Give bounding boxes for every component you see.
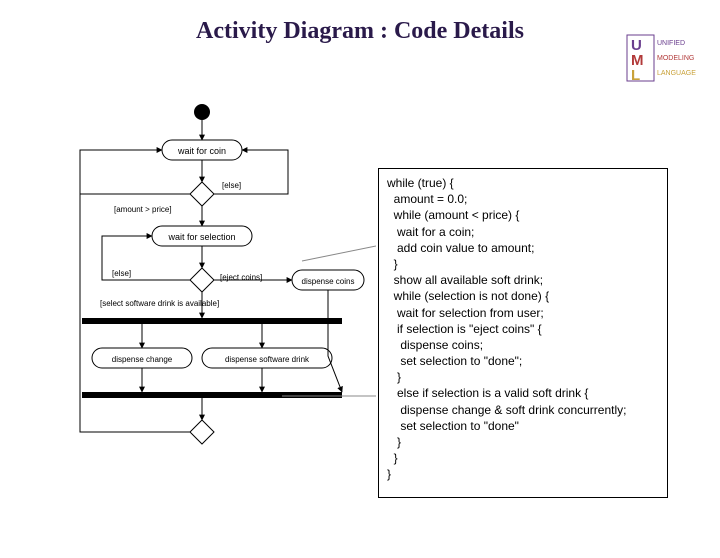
logo-line2: MODELING xyxy=(657,55,694,62)
guard-else-1: [else] xyxy=(222,181,241,190)
code-details-box: while (true) { amount = 0.0; while (amou… xyxy=(378,168,668,498)
logo-line1: UNIFIED xyxy=(657,40,685,47)
merge-node xyxy=(190,420,214,444)
label-dispense-coins: dispense coins xyxy=(302,277,355,286)
label-wait-coin: wait for coin xyxy=(177,146,226,156)
guard-available: [select software drink is available] xyxy=(100,299,219,308)
svg-text:L: L xyxy=(631,67,640,84)
join-bar xyxy=(82,392,342,398)
uml-logo: U M L UNIFIED MODELING LANGUAGE xyxy=(626,30,706,86)
label-dispense-change: dispense change xyxy=(112,355,173,364)
decorative-wedge xyxy=(0,478,360,558)
page-title: Activity Diagram : Code Details xyxy=(0,18,720,45)
fork-bar xyxy=(82,318,342,324)
svg-text:U: U xyxy=(631,37,642,54)
guard-amount: [amount > price] xyxy=(114,205,172,214)
svg-text:M: M xyxy=(631,52,644,69)
logo-line3: LANGUAGE xyxy=(657,70,696,77)
activity-diagram: wait for coin [else] [amount > price] wa… xyxy=(52,96,376,506)
guard-else-2: [else] xyxy=(112,269,131,278)
initial-node xyxy=(194,104,210,120)
label-dispense-drink: dispense software drink xyxy=(225,355,310,364)
decision-selection xyxy=(190,268,214,292)
guard-eject: [eject coins] xyxy=(220,273,262,282)
label-wait-selection: wait for selection xyxy=(167,232,235,242)
decision-amount xyxy=(190,182,214,206)
